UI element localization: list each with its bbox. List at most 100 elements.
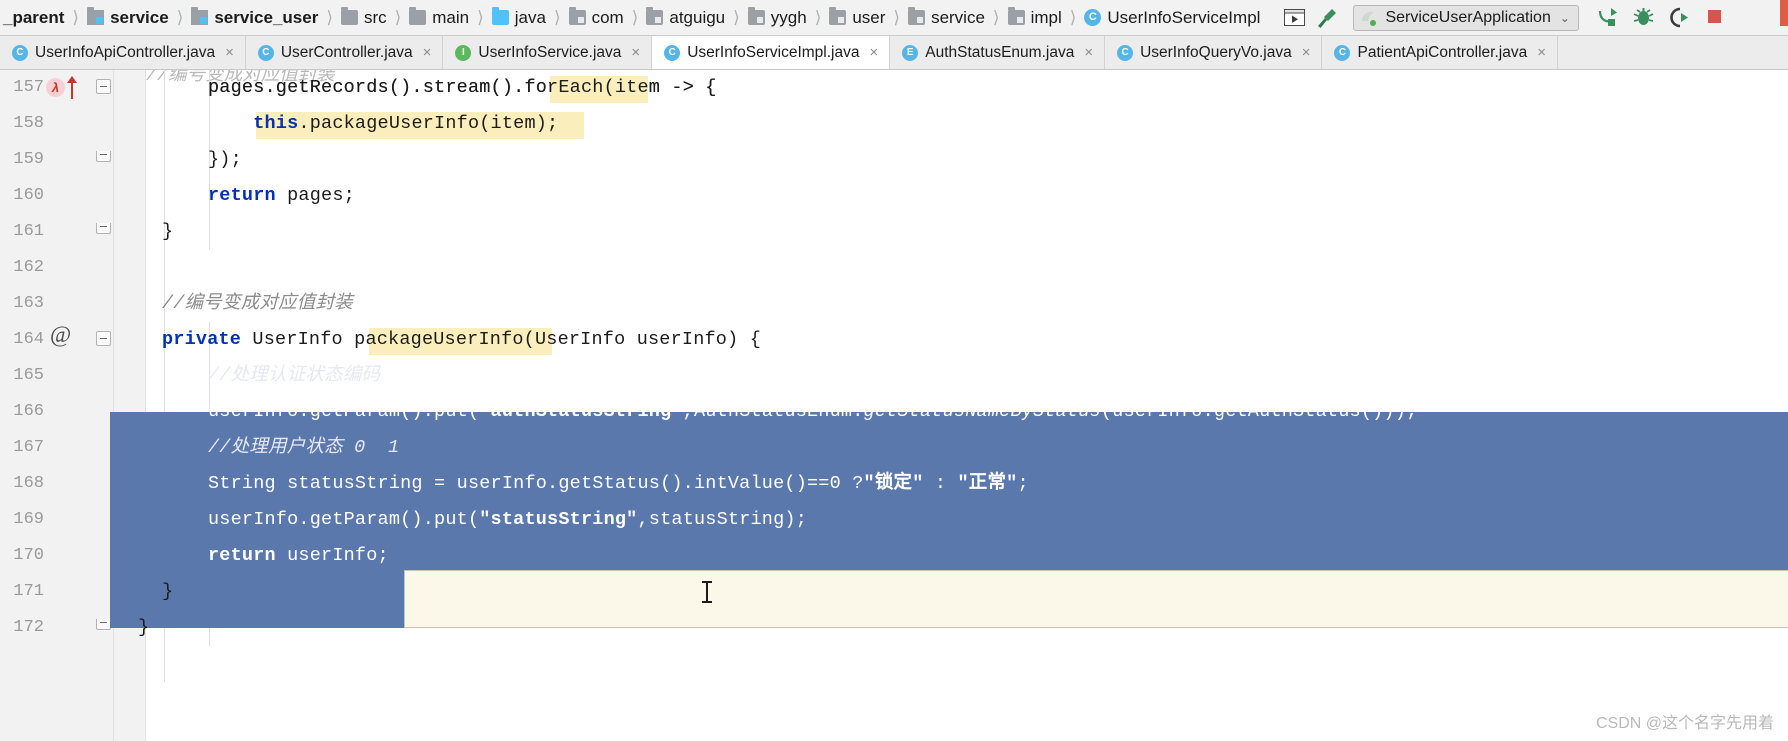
java-enum-icon: E — [902, 44, 919, 61]
code-line-text: } — [162, 581, 174, 602]
line-number: 158 — [13, 114, 44, 133]
line-number: 168 — [13, 474, 44, 493]
tab-userinfoapicontroller[interactable]: C UserInfoApiController.java × — [0, 36, 246, 69]
breadcrumb-separator: ⟩ — [326, 7, 333, 27]
code-line-164[interactable]: private UserInfo packageUserInfo(UserInf… — [162, 322, 761, 358]
annotation-at-icon[interactable]: @ — [50, 323, 71, 346]
code-line-169[interactable]: userInfo.getParam().put("statusString",s… — [208, 502, 807, 538]
open-in-window-icon[interactable] — [1283, 8, 1305, 28]
close-icon[interactable]: × — [869, 44, 878, 61]
fold-marker[interactable] — [96, 151, 111, 162]
tab-userinfoserviceimpl[interactable]: C UserInfoServiceImpl.java × — [652, 36, 891, 69]
code-line-168[interactable]: String statusString = userInfo.getStatus… — [208, 466, 1029, 502]
tab-authstatusenum[interactable]: E AuthStatusEnum.java × — [890, 36, 1106, 69]
code-line-161[interactable]: } — [162, 214, 173, 250]
run-configuration-name: ServiceUserApplication — [1385, 8, 1551, 26]
breadcrumb-label: UserInfoServiceImpl — [1107, 7, 1261, 27]
breadcrumb-label: service_user — [214, 7, 319, 27]
breadcrumb-item-com[interactable]: com — [568, 0, 625, 35]
line-number: 160 — [13, 186, 44, 205]
hammer-build-icon[interactable] — [1315, 8, 1337, 28]
run-with-coverage-icon[interactable] — [1669, 7, 1691, 28]
breadcrumb-label: com — [591, 7, 624, 27]
tab-usercontroller[interactable]: C UserController.java × — [245, 36, 444, 69]
navbar-tools — [1283, 8, 1337, 28]
close-icon[interactable]: × — [423, 44, 432, 61]
code-content[interactable]: pages.getRecords().stream().forEach(item… — [110, 70, 1788, 741]
line-number: 157 — [13, 78, 44, 97]
close-icon[interactable]: × — [1084, 44, 1093, 61]
breadcrumb-separator: ⟩ — [992, 7, 1000, 27]
line-number: 164 — [13, 330, 44, 349]
breadcrumb-item-service[interactable]: service — [86, 0, 170, 35]
code-line-text: } — [162, 221, 174, 242]
code-line-158[interactable]: this.packageUserInfo(item); — [208, 106, 558, 142]
line-number: 172 — [13, 618, 44, 637]
code-line-159[interactable]: }); — [208, 142, 242, 178]
tab-patientapicontroller[interactable]: C PatientApiController.java × — [1322, 36, 1558, 69]
code-line-163[interactable]: //编号变成对应值封装 — [162, 286, 353, 322]
tab-label: UserInfoServiceImpl.java — [687, 43, 860, 61]
breadcrumb-item-main[interactable]: main — [408, 0, 470, 35]
code-line-text: //处理用户状态 0 1 — [208, 437, 400, 458]
stop-icon[interactable] — [1705, 8, 1727, 28]
code-line-167[interactable]: //处理用户状态 0 1 — [208, 430, 399, 466]
fold-marker[interactable] — [96, 79, 111, 94]
fold-marker[interactable] — [96, 619, 111, 630]
source-folder-icon — [491, 7, 509, 25]
breadcrumb-label: atguigu — [669, 7, 726, 27]
breadcrumb-label: service — [931, 7, 985, 27]
breadcrumb-label: src — [363, 7, 387, 27]
tab-label: UserInfoApiController.java — [35, 43, 216, 61]
close-icon[interactable]: × — [1302, 44, 1311, 61]
line-number: 163 — [13, 294, 44, 313]
breadcrumb-separator: ⟩ — [733, 7, 740, 27]
code-line-160[interactable]: return pages; — [208, 178, 355, 214]
package-icon — [568, 7, 586, 25]
breadcrumb-item-user[interactable]: user — [828, 0, 886, 35]
breadcrumb-item-atguigu[interactable]: atguigu — [645, 0, 726, 35]
close-icon[interactable]: × — [225, 44, 234, 61]
code-line-170[interactable]: return userInfo; — [208, 538, 389, 574]
spring-boot-icon — [1359, 9, 1379, 27]
code-line-172[interactable]: } — [138, 610, 149, 646]
breadcrumb-label: service — [110, 7, 169, 27]
line-number: 167 — [13, 438, 44, 457]
breadcrumb-separator: ⟩ — [814, 7, 822, 27]
tab-userinfoservice[interactable]: I UserInfoService.java × — [443, 36, 653, 69]
breadcrumb-item-src[interactable]: src — [340, 0, 388, 35]
code-line-text: //编号变成对应值封装 — [162, 293, 353, 314]
fold-marker[interactable] — [96, 331, 111, 346]
breadcrumb-item-service-pkg[interactable]: service — [907, 0, 986, 35]
java-class-icon: C — [257, 44, 274, 61]
run-configuration-selector[interactable]: ServiceUserApplication ⌄ — [1353, 4, 1579, 31]
lambda-marker-icon[interactable]: λ — [46, 78, 65, 97]
java-interface-icon: I — [455, 44, 472, 61]
code-line-text: }); — [208, 149, 242, 170]
breadcrumb-item-impl[interactable]: impl — [1007, 0, 1063, 35]
close-icon[interactable]: × — [631, 44, 640, 61]
tab-label: PatientApiController.java — [1357, 43, 1528, 61]
code-line-165[interactable]: //处理认证状态编码 — [208, 358, 380, 394]
breadcrumb-item-yygh[interactable]: yygh — [747, 0, 808, 35]
code-editor[interactable]: //编号变成对应值封装 157 158 159 160 161 162 163 … — [0, 70, 1788, 741]
breadcrumb-item-service-user[interactable]: service_user — [190, 0, 319, 35]
run-icon[interactable] — [1597, 8, 1619, 28]
close-icon[interactable]: × — [1537, 44, 1546, 61]
breadcrumb-separator: ⟩ — [72, 7, 80, 27]
java-class-icon: C — [1117, 44, 1134, 61]
breadcrumb-item-java[interactable]: java — [491, 0, 547, 35]
breadcrumb-label: _parent — [3, 7, 65, 27]
scrollbar-error-mark — [1780, 0, 1788, 26]
line-number: 169 — [13, 510, 44, 529]
breadcrumb-separator: ⟩ — [394, 7, 402, 27]
code-line-171[interactable]: } — [162, 574, 173, 610]
breadcrumb-item-userinfoserviceimpl[interactable]: C UserInfoServiceImpl — [1083, 0, 1261, 35]
breadcrumb-item-parent[interactable]: _parent — [2, 0, 65, 35]
run-toolbar — [1597, 7, 1727, 28]
tab-userinfoqueryvo[interactable]: C UserInfoQueryVo.java × — [1105, 36, 1323, 69]
fold-marker[interactable] — [96, 223, 111, 234]
implementing-method-up-arrow-icon[interactable] — [66, 76, 77, 99]
code-line-166[interactable]: userInfo.getParam().put("authStatusStrin… — [208, 394, 1417, 430]
debug-icon[interactable] — [1633, 8, 1655, 28]
